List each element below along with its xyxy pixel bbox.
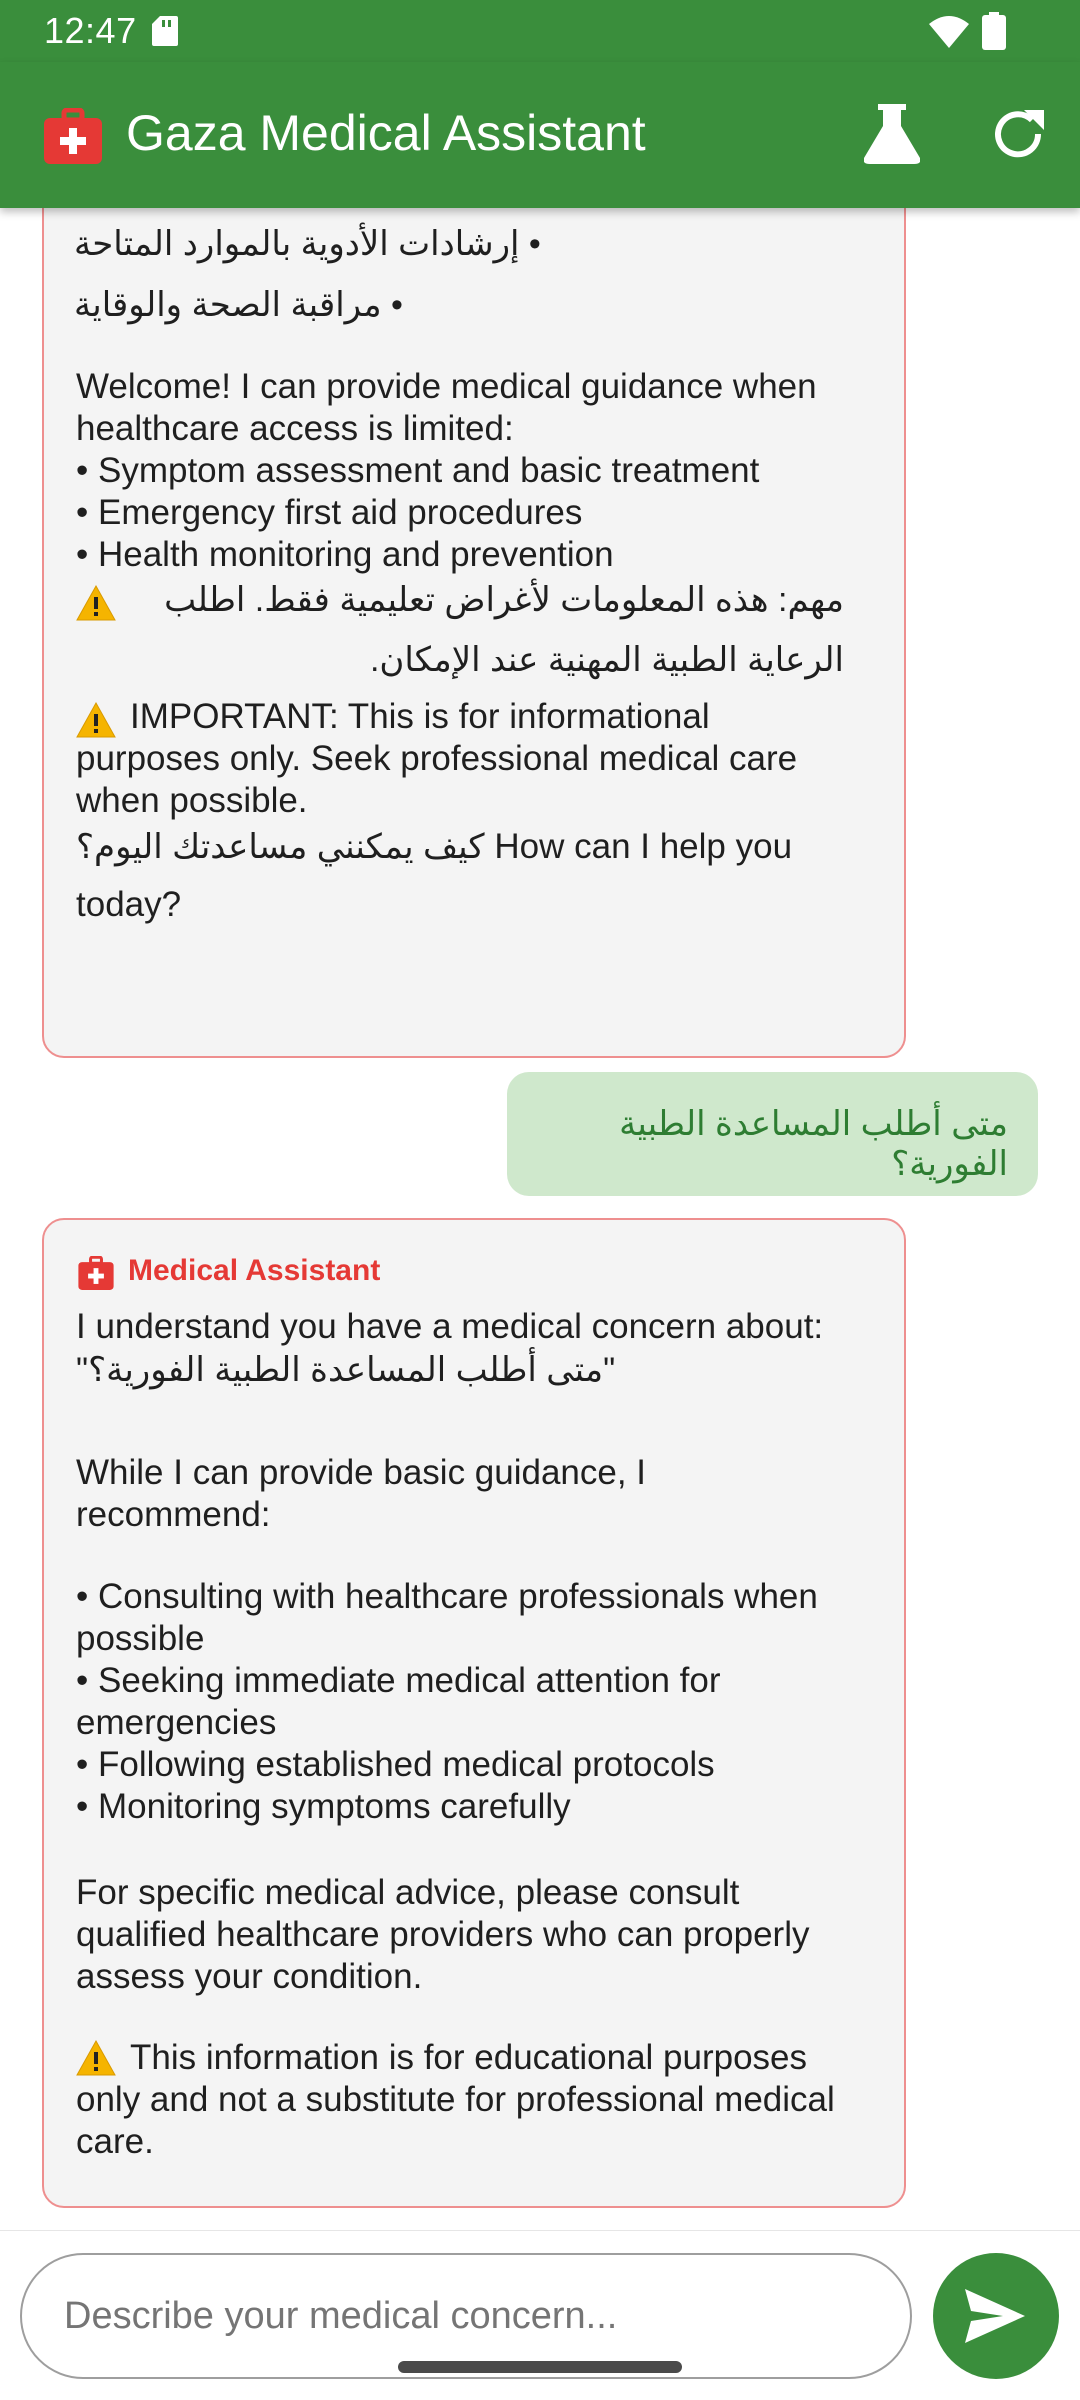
battery-icon (982, 12, 1006, 50)
chat-area[interactable]: • إرشادات الأدوية بالموارد المتاحة • مرا… (0, 208, 1080, 2230)
welcome-closing: كيف يمكنني مساعدتك اليوم؟ How can I help… (76, 818, 856, 934)
bot-message-welcome: • إرشادات الأدوية بالموارد المتاحة • مرا… (42, 208, 906, 1058)
send-button[interactable] (933, 2253, 1059, 2379)
medical-kit-icon (78, 1256, 114, 1290)
welcome-intro: Welcome! I can provide medical guidance … (76, 367, 817, 448)
user-message-text: متى أطلب المساعدة الطبية الفورية؟ (619, 1105, 1008, 1183)
closing-arabic: كيف يمكنني مساعدتك اليوم؟ (76, 828, 485, 866)
reply-recommend: While I can provide basic guidance, I re… (76, 1453, 647, 1534)
sd-card-icon (152, 16, 178, 46)
status-bar: 12:47 (0, 0, 1080, 62)
reply-consult: For specific medical advice, please cons… (76, 1873, 810, 1996)
flask-icon[interactable] (864, 104, 920, 164)
app-bar: Gaza Medical Assistant (0, 62, 1080, 208)
refresh-icon[interactable] (988, 104, 1048, 164)
welcome-ar-important: مهم: هذه المعلومات لأغراض تعليمية فقط. ا… (164, 581, 844, 679)
medical-kit-icon (44, 108, 102, 164)
welcome-en-important: IMPORTANT: This is for informational pur… (76, 697, 798, 820)
wifi-icon (929, 16, 969, 48)
status-time: 12:47 (44, 10, 137, 51)
send-icon (965, 2289, 1025, 2343)
reply-quoted: "متى أطلب المساعدة الطبية الفورية؟" (76, 1351, 616, 1389)
home-indicator[interactable] (398, 2361, 682, 2373)
welcome-ar-bullet-1: • إرشادات الأدوية بالموارد المتاحة (74, 225, 541, 263)
reply-disclaimer: This information is for educational purp… (76, 2038, 835, 2161)
app-title: Gaza Medical Assistant (126, 105, 646, 161)
sender-label: Medical Assistant (128, 1254, 381, 1287)
welcome-ar-bullet-2: • مراقبة الصحة والوقاية (74, 286, 403, 324)
input-bar (0, 2230, 1080, 2400)
reply-bullets: • Consulting with healthcare professiona… (76, 1577, 818, 1826)
user-message: متى أطلب المساعدة الطبية الفورية؟ (507, 1072, 1038, 1196)
bot-message-reply: Medical Assistant I understand you have … (42, 1218, 906, 2208)
welcome-bullets: • Symptom assessment and basic treatment… (76, 451, 760, 574)
